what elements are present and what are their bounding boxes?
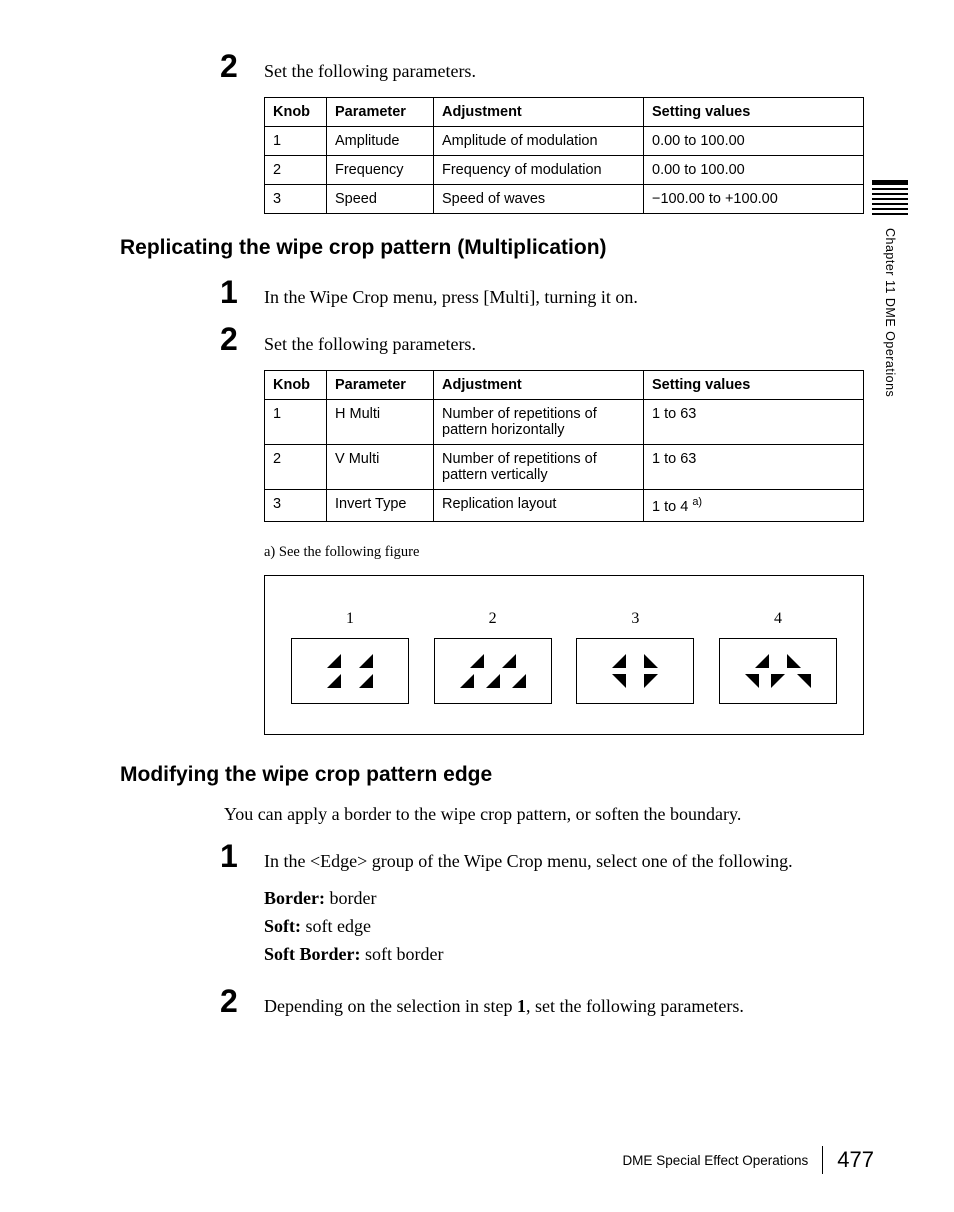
step-edge-1: 1 In the <Edge> group of the Wipe Crop m…: [120, 838, 874, 875]
table-header-row: Knob Parameter Adjustment Setting values: [265, 98, 864, 127]
chapter-tab: Chapter 11 DME Operations: [872, 180, 908, 397]
figure-box: [719, 638, 837, 704]
figure-box: [291, 638, 409, 704]
figure-item-3: 3: [576, 610, 694, 704]
figure-box: [576, 638, 694, 704]
body-paragraph: You can apply a border to the wipe crop …: [224, 801, 874, 828]
step-text: Set the following parameters.: [264, 331, 476, 358]
triangle-icon: [612, 654, 626, 668]
step-multi-2: 2 Set the following parameters.: [120, 321, 874, 358]
option-label: Border:: [264, 888, 325, 908]
footnote-marker: a): [692, 496, 702, 508]
triangle-icon: [512, 674, 526, 688]
th-adjustment: Adjustment: [434, 98, 644, 127]
figure-item-2: 2: [434, 610, 552, 704]
tab-lines-icon: [872, 180, 908, 218]
option-label: Soft Border:: [264, 944, 360, 964]
table-row: 3 Speed Speed of waves −100.00 to +100.0…: [265, 185, 864, 214]
step-text: In the <Edge> group of the Wipe Crop men…: [264, 848, 793, 875]
triangle-icon: [612, 674, 626, 688]
triangle-icon: [327, 674, 341, 688]
table-row: 1 Amplitude Amplitude of modulation 0.00…: [265, 127, 864, 156]
parameters-table-2: Knob Parameter Adjustment Setting values…: [264, 370, 864, 522]
th-setting-values: Setting values: [644, 371, 864, 400]
section-heading-replicating: Replicating the wipe crop pattern (Multi…: [120, 236, 874, 260]
chapter-label: Chapter 11 DME Operations: [883, 228, 897, 397]
step-multi-1: 1 In the Wipe Crop menu, press [Multi], …: [120, 274, 874, 311]
edge-options: Border: border Soft: soft edge Soft Bord…: [264, 885, 874, 969]
option-label: Soft:: [264, 916, 301, 936]
option-value: soft edge: [301, 916, 371, 936]
triangle-icon: [460, 674, 474, 688]
option-value: border: [325, 888, 376, 908]
page-footer: DME Special Effect Operations 477: [622, 1146, 874, 1174]
figure-item-1: 1: [291, 610, 409, 704]
table-row: 3 Invert Type Replication layout 1 to 4 …: [265, 490, 864, 522]
step-number: 1: [220, 838, 264, 875]
triangle-icon: [745, 674, 759, 688]
footer-section-title: DME Special Effect Operations: [622, 1153, 808, 1168]
step-text: Depending on the selection in step 1, se…: [264, 993, 744, 1020]
page-number: 477: [837, 1147, 874, 1173]
triangle-icon: [644, 654, 658, 668]
step-text: Set the following parameters.: [264, 58, 476, 85]
figure-item-4: 4: [719, 610, 837, 704]
step-first-2: 2 Set the following parameters.: [120, 48, 874, 85]
triangle-icon: [644, 674, 658, 688]
th-adjustment: Adjustment: [434, 371, 644, 400]
option-value: soft border: [360, 944, 443, 964]
figure-label: 2: [434, 610, 552, 628]
footer-divider: [822, 1146, 823, 1174]
figure-label: 1: [291, 610, 409, 628]
step-text: In the Wipe Crop menu, press [Multi], tu…: [264, 284, 638, 311]
th-knob: Knob: [265, 371, 327, 400]
triangle-icon: [771, 674, 785, 688]
table-header-row: Knob Parameter Adjustment Setting values: [265, 371, 864, 400]
step-number: 2: [220, 321, 264, 358]
triangle-icon: [797, 674, 811, 688]
table-row: 2 Frequency Frequency of modulation 0.00…: [265, 156, 864, 185]
triangle-icon: [359, 654, 373, 668]
th-parameter: Parameter: [327, 98, 434, 127]
th-knob: Knob: [265, 98, 327, 127]
table-row: 1 H Multi Number of repetitions of patte…: [265, 400, 864, 445]
parameters-table-1: Knob Parameter Adjustment Setting values…: [264, 97, 864, 214]
triangle-icon: [470, 654, 484, 668]
step-number: 2: [220, 48, 264, 85]
replication-layout-figure: 1 2 3 4: [264, 575, 864, 735]
figure-label: 3: [576, 610, 694, 628]
th-setting-values: Setting values: [644, 98, 864, 127]
figure-label: 4: [719, 610, 837, 628]
triangle-icon: [327, 654, 341, 668]
section-heading-edge: Modifying the wipe crop pattern edge: [120, 763, 874, 787]
triangle-icon: [359, 674, 373, 688]
triangle-icon: [486, 674, 500, 688]
triangle-icon: [755, 654, 769, 668]
step-reference: 1: [517, 996, 526, 1016]
step-number: 2: [220, 983, 264, 1020]
table-row: 2 V Multi Number of repetitions of patte…: [265, 445, 864, 490]
triangle-icon: [787, 654, 801, 668]
figure-box: [434, 638, 552, 704]
step-number: 1: [220, 274, 264, 311]
step-edge-2: 2 Depending on the selection in step 1, …: [120, 983, 874, 1020]
footnote-a: a) See the following figure: [264, 544, 874, 561]
triangle-icon: [502, 654, 516, 668]
th-parameter: Parameter: [327, 371, 434, 400]
